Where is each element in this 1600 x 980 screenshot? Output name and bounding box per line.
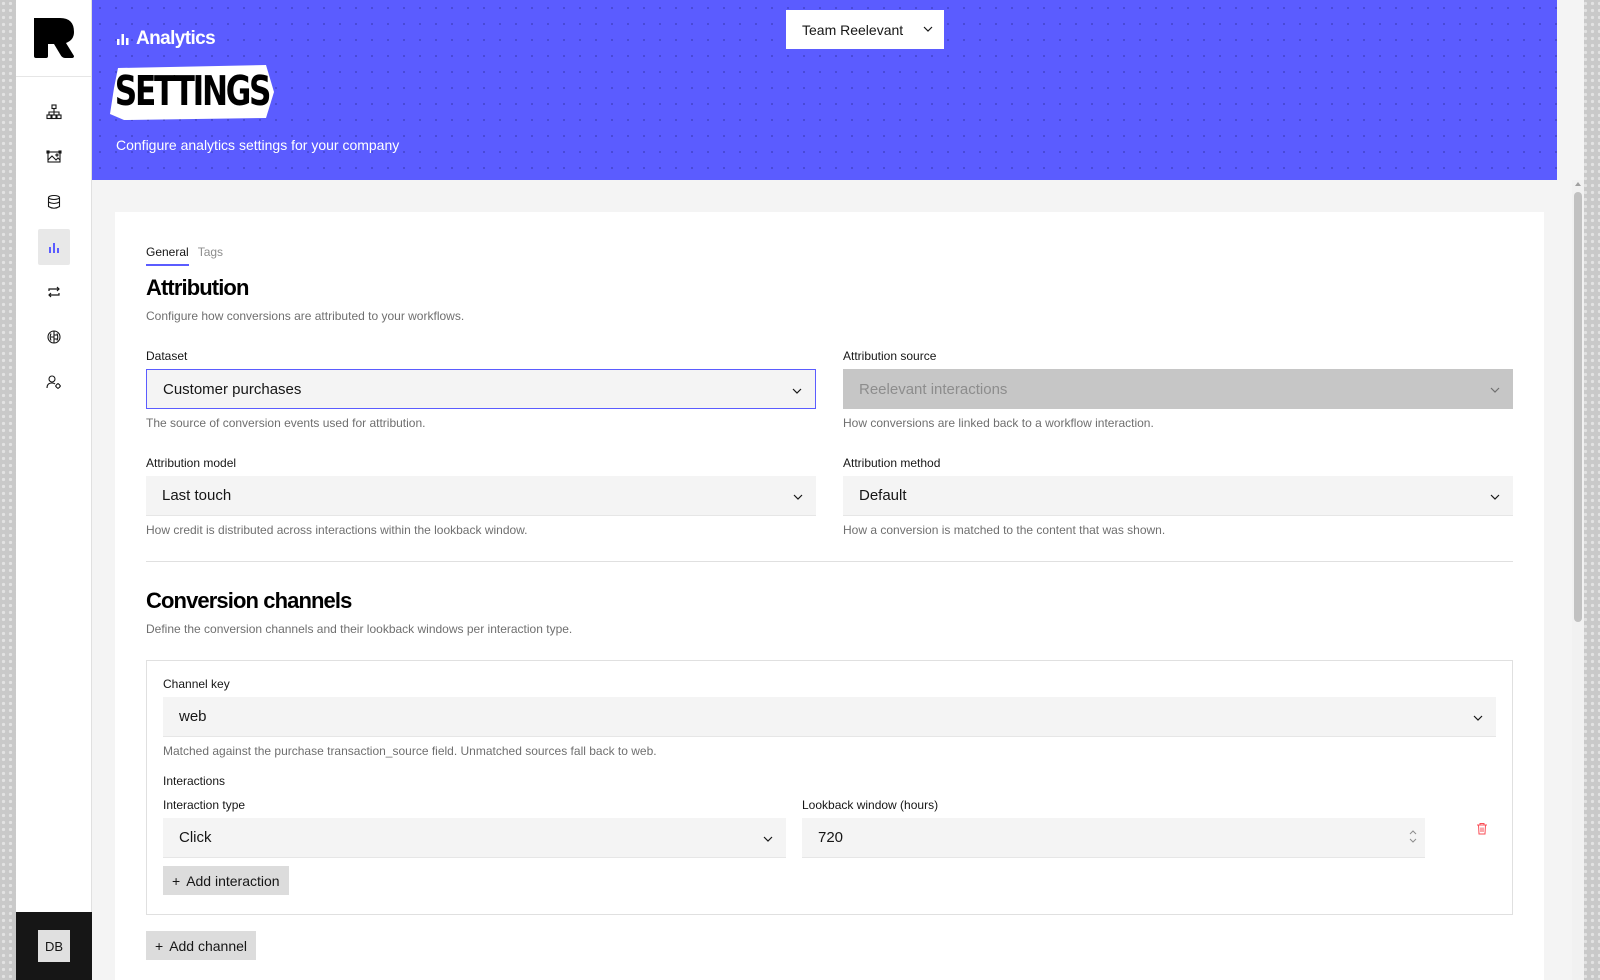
lookback-input[interactable]: 720	[802, 818, 1425, 858]
attribution-source-select: Reelevant interactions	[843, 369, 1513, 409]
add-interaction-button[interactable]: + Add interaction	[163, 866, 289, 895]
app-window: DB Analytics SETTINGS Configure analytic…	[16, 0, 1584, 980]
settings-card: General Tags Attribution Configure how c…	[115, 212, 1544, 980]
add-channel-button[interactable]: + Add channel	[146, 931, 257, 960]
attribution-source-field: Attribution source Reelevant interaction…	[843, 349, 1513, 430]
dataset-field: Dataset Customer purchases The source of…	[146, 349, 816, 430]
add-interaction-label: Add interaction	[186, 872, 280, 889]
reelevant-logo-icon[interactable]	[32, 16, 76, 60]
analytics-icon	[48, 243, 59, 253]
page-title: SETTINGS	[114, 67, 272, 115]
attribution-model-helper: How credit is distributed across interac…	[146, 523, 528, 537]
database-icon	[47, 194, 60, 209]
sidebar-item-sync[interactable]	[38, 274, 70, 310]
chevron-down-icon[interactable]	[1409, 838, 1417, 844]
channel-key-select[interactable]: web	[163, 697, 1496, 737]
team-selector[interactable]: Team Reelevant	[786, 10, 944, 49]
chevron-down-icon	[1490, 494, 1500, 500]
conversion-channels-description: Define the conversion channels and their…	[146, 622, 573, 636]
sidebar: DB	[16, 0, 92, 980]
delete-interaction-icon[interactable]	[1476, 822, 1488, 835]
dataset-helper: The source of conversion events used for…	[146, 416, 426, 430]
user-settings-icon	[45, 375, 61, 389]
page-title-badge: SETTINGS	[110, 62, 274, 120]
team-selector-label: Team Reelevant	[802, 21, 904, 38]
chevron-up-icon[interactable]	[1409, 829, 1417, 835]
workflow-icon	[45, 104, 62, 120]
interaction-row: Interaction type Click Lookback window (…	[163, 798, 1496, 858]
conversion-channels-title: Conversion channels	[146, 588, 352, 613]
sidebar-nav	[16, 77, 91, 400]
attribution-method-label: Attribution method	[843, 456, 941, 470]
sync-icon	[47, 286, 60, 298]
attribution-method-select[interactable]: Default	[843, 476, 1513, 516]
attribution-row-1: Dataset Customer purchases The source of…	[146, 349, 1513, 430]
user-avatar[interactable]: DB	[38, 930, 70, 962]
attribution-source-label: Attribution source	[843, 349, 937, 363]
conversion-channels-section: Conversion channels Define the conversio…	[146, 588, 1513, 960]
attribution-description: Configure how conversions are attributed…	[146, 309, 465, 323]
tab-general[interactable]: General	[146, 245, 189, 266]
section-divider	[146, 561, 1513, 562]
chevron-down-icon	[792, 388, 802, 394]
dataset-select[interactable]: Customer purchases	[146, 369, 816, 409]
attribution-source-value: Reelevant interactions	[859, 380, 1008, 398]
interaction-type-select[interactable]: Click	[163, 818, 786, 858]
chevron-down-icon	[793, 494, 803, 500]
lookback-value: 720	[818, 829, 844, 846]
scroll-up-arrow[interactable]	[1575, 182, 1581, 186]
attribution-title: Attribution	[146, 275, 249, 300]
interaction-type-label: Interaction type	[163, 798, 246, 812]
breadcrumb: Analytics	[116, 28, 216, 50]
plus-icon: +	[155, 937, 164, 954]
chevron-down-icon	[1490, 387, 1500, 393]
tab-tags[interactable]: Tags	[198, 245, 223, 266]
analytics-icon	[117, 34, 129, 45]
attribution-source-helper: How conversions are linked back to a wor…	[843, 416, 1154, 430]
content-icon	[45, 150, 62, 163]
dataset-label: Dataset	[146, 349, 188, 363]
plus-icon: +	[172, 872, 181, 889]
attribution-section: Attribution Configure how conversions ar…	[146, 275, 1513, 562]
lookback-label: Lookback window (hours)	[802, 798, 939, 812]
lookback-stepper[interactable]	[1409, 829, 1417, 844]
add-channel-label: Add channel	[169, 937, 248, 954]
chevron-down-icon	[763, 836, 773, 842]
sidebar-item-data[interactable]	[38, 184, 70, 220]
attribution-row-2: Attribution model Last touch How credit …	[146, 456, 1513, 537]
logo-container[interactable]	[16, 0, 91, 77]
sidebar-item-ai[interactable]	[38, 319, 70, 355]
scrollbar-thumb[interactable]	[1574, 192, 1582, 622]
sidebar-item-content[interactable]	[38, 139, 70, 175]
sidebar-item-workflows[interactable]	[38, 94, 70, 130]
page-header: Analytics SETTINGS Configure analytics s…	[92, 0, 1557, 180]
attribution-model-label: Attribution model	[146, 456, 237, 470]
chevron-down-icon	[923, 26, 933, 32]
attribution-model-value: Last touch	[162, 487, 232, 504]
page-subtitle: Configure analytics settings for your co…	[116, 137, 400, 153]
channel-key-helper: Matched against the purchase transaction…	[163, 744, 657, 758]
scrollbar[interactable]	[1572, 180, 1584, 980]
channel-key-value: web	[179, 708, 207, 725]
attribution-method-helper: How a conversion is matched to the conte…	[843, 523, 1166, 537]
channel-card: Channel key web Matched against the purc…	[146, 660, 1513, 915]
dataset-value: Customer purchases	[163, 380, 302, 398]
interactions-heading: Interactions	[163, 774, 226, 788]
brain-icon	[46, 330, 61, 344]
lookback-field: Lookback window (hours) 720	[802, 798, 1425, 858]
attribution-model-field: Attribution model Last touch How credit …	[146, 456, 816, 537]
attribution-method-field: Attribution method Default How a convers…	[843, 456, 1513, 537]
interaction-type-field: Interaction type Click	[163, 798, 786, 858]
settings-tabs: General Tags	[146, 245, 1513, 267]
breadcrumb-label: Analytics	[136, 28, 216, 49]
attribution-method-value: Default	[859, 487, 907, 504]
interaction-type-value: Click	[179, 829, 212, 846]
sidebar-footer: DB	[16, 912, 92, 980]
sidebar-item-analytics[interactable]	[37, 229, 70, 265]
attribution-model-select[interactable]: Last touch	[146, 476, 816, 516]
chevron-down-icon	[1473, 715, 1483, 721]
sidebar-item-users[interactable]	[38, 364, 70, 400]
channel-key-label: Channel key	[163, 677, 230, 691]
